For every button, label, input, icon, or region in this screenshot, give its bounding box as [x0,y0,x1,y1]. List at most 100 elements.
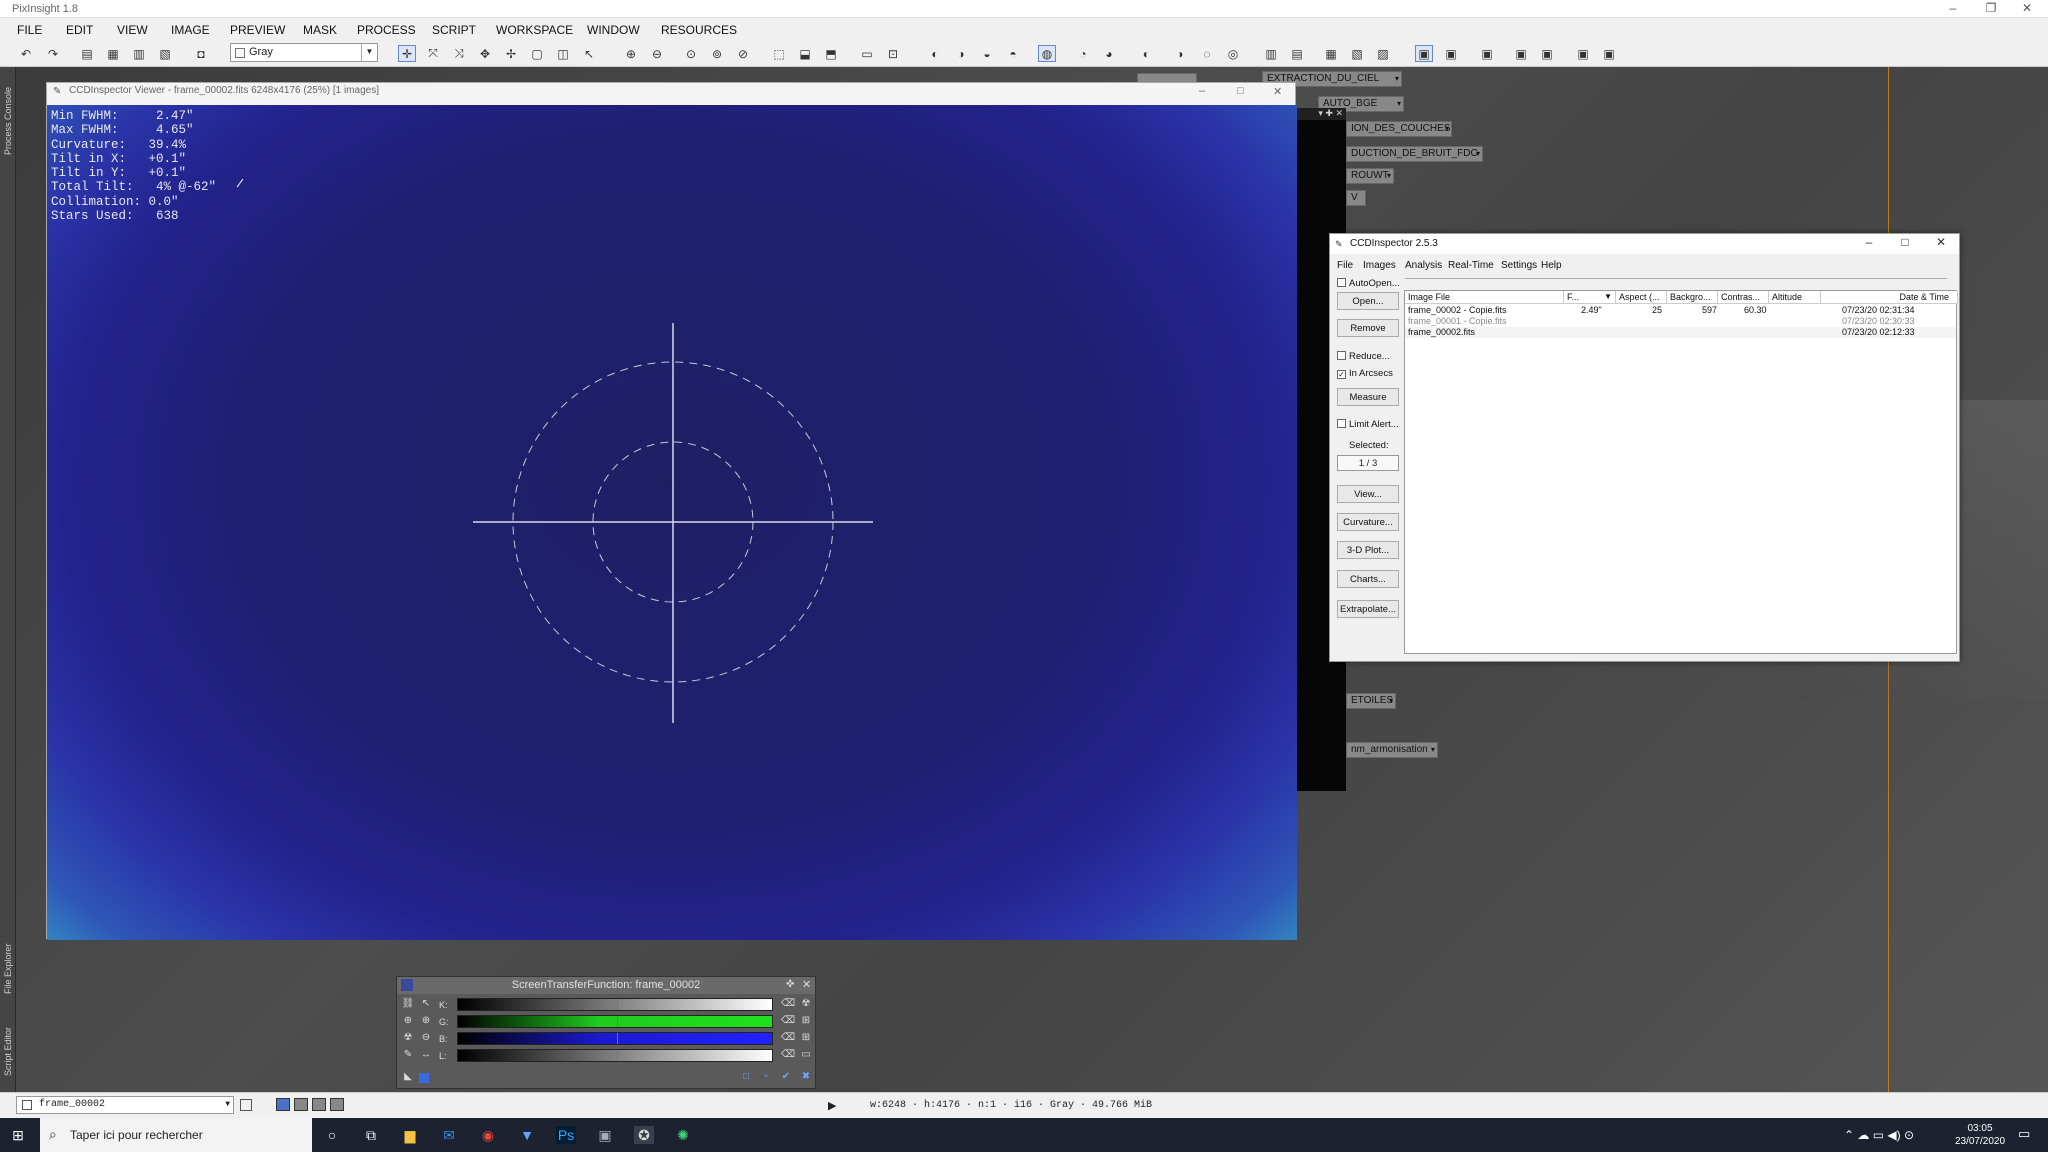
view-mode-icon[interactable] [240,1099,252,1111]
ccd-close-icon[interactable]: ✕ [1927,235,1955,253]
zoom-target-icon[interactable]: ⊕ [419,1015,433,1028]
save-icon[interactable]: ▦ [104,45,122,62]
edit-mode-icon[interactable]: ↖ [419,998,433,1011]
reset-g-icon[interactable]: ⌫ [781,1015,795,1028]
stf-icon-6[interactable]: ◎ [1224,45,1242,62]
workspace-6-icon[interactable]: ▣ [1574,45,1592,62]
horizontal-arrows-icon[interactable]: ↔ [419,1049,433,1062]
midtone-marker[interactable] [617,1050,618,1061]
wrench-icon[interactable]: ✎ [401,1049,415,1062]
viewer-close-icon[interactable]: ✕ [1273,85,1282,98]
workspace-1-icon[interactable]: ▣ [1415,45,1433,62]
panel-controls[interactable]: ▾ ✚ ✕ [1296,108,1346,120]
chrome-icon[interactable]: ◉ [478,1126,498,1144]
channel-k-slider[interactable] [457,998,773,1011]
file-explorer-tab[interactable]: File Explorer [1,929,15,1009]
clock[interactable]: 03:05 23/07/2020 [1950,1122,2010,1148]
workspace-4-icon[interactable]: ▣ [1512,45,1530,62]
ccd-minimize-icon[interactable]: – [1855,235,1883,253]
zoom-half-icon[interactable]: ⊘ [734,45,752,62]
view-select[interactable]: frame_00002 ▼ [16,1096,234,1114]
zoom-1-icon[interactable]: ⊙ [682,45,700,62]
zoom-fit-icon[interactable]: ⊚ [708,45,726,62]
menu-image[interactable]: IMAGE [171,23,210,37]
play-icon[interactable]: ▶ [828,1099,836,1112]
auto-b-icon[interactable]: ⊞ [799,1032,813,1045]
fullscreen-icon[interactable]: ⬒ [822,45,840,62]
ccd-menu-file[interactable]: File [1337,260,1353,271]
channel-g-slider[interactable] [457,1015,773,1028]
notification-icon[interactable]: ▭ [2018,1126,2030,1142]
menu-view[interactable]: VIEW [117,23,148,37]
radiation-icon[interactable]: ☢ [401,1032,415,1045]
stf-shade-icon[interactable]: ✜ [786,979,794,990]
viewer-minimize-icon[interactable]: – [1199,85,1205,97]
cancel-icon[interactable]: ✖ [799,1071,813,1084]
col-aspect[interactable]: Aspect (... [1616,291,1667,304]
color-space-select[interactable]: Gray ▼ [230,43,378,62]
layout-icon-2[interactable]: ▤ [1288,45,1306,62]
close-image-icon[interactable]: ▧ [156,45,174,62]
menu-file[interactable]: FILE [17,23,42,37]
stf-icon-3[interactable]: ◖ [1136,45,1154,62]
new-instance-icon[interactable]: ◣ [401,1071,415,1084]
pan-mode-icon[interactable]: ⤨ [450,45,468,62]
ccd-menu-settings[interactable]: Settings [1501,260,1537,271]
ccd-maximize-icon[interactable]: □ [1891,235,1919,253]
in-arcsecs-checkbox[interactable]: ✓ In Arcsecs [1337,368,1393,379]
open-button[interactable]: Open... [1337,292,1399,310]
midtone-marker[interactable] [617,1016,618,1027]
link-channels-icon[interactable]: ⛓ [401,998,415,1011]
app-icon-8[interactable]: ✺ [673,1126,693,1144]
save-as-icon[interactable]: ▥ [130,45,148,62]
reset-b-icon[interactable]: ⌫ [781,1032,795,1045]
script-icon-4[interactable]: ◓ [1004,45,1022,62]
undo-icon[interactable]: ↶ [17,45,35,62]
menu-edit[interactable]: EDIT [66,23,93,37]
auto-k-icon[interactable]: ☢ [799,998,813,1011]
reset-l-icon[interactable]: ⌫ [781,1049,795,1062]
remove-button[interactable]: Remove [1337,319,1399,337]
curvature-map-image[interactable]: Min FWHM: 2.47" Max FWHM: 4.65" Curvature:… [47,105,1297,940]
col-background[interactable]: Backgro... [1667,291,1718,304]
channel-red-icon[interactable] [294,1098,308,1111]
cortana-icon[interactable]: ○ [322,1126,342,1144]
crop-icon[interactable]: ⊡ [884,45,902,62]
stf-icon-5[interactable]: ◌ [1198,45,1216,62]
menu-preview[interactable]: PREVIEW [230,23,285,37]
menu-workspace[interactable]: WORKSPACE [496,23,573,37]
ccd-menu-help[interactable]: Help [1541,260,1562,271]
process-icon-couches[interactable]: ION_DES_COUCHES ▾ [1346,121,1452,137]
col-image-file[interactable]: Image File [1405,291,1564,304]
preview-icon[interactable]: □ [739,1071,753,1084]
channel-b-slider[interactable] [457,1032,773,1045]
workspace-2-icon[interactable]: ▣ [1442,45,1460,62]
process-icon-harmonisation[interactable]: nm_armonisation ▾ [1346,742,1438,758]
process-icon-etoiles[interactable]: ETOILES ▾ [1346,693,1396,709]
curvature-button[interactable]: Curvature... [1337,513,1399,531]
pointer-mode-icon[interactable]: ✛ [398,45,416,62]
col-fwhm[interactable]: F... ▼ [1564,291,1616,304]
autoopen-checkbox[interactable]: AutoOpen... [1337,278,1400,289]
channel-l-slider[interactable] [457,1049,773,1062]
reset-icon[interactable]: ▫ [759,1071,773,1084]
zoom-mode-icon[interactable]: ⤧ [424,45,442,62]
readout-mode-icon[interactable]: ✥ [476,45,494,62]
stf-icon-2[interactable]: ◕ [1100,45,1118,62]
menu-script[interactable]: SCRIPT [432,23,476,37]
extrapolate-button[interactable]: Extrapolate... [1337,600,1399,618]
measure-button[interactable]: Measure [1337,388,1399,406]
table-row[interactable]: frame_00001 - Copie.fits 07/23/20 02:30:… [1405,316,1956,327]
view-button[interactable]: View... [1337,485,1399,503]
script-icon-2[interactable]: ◑ [952,45,970,62]
zoom-to-fit-icon[interactable]: ⬓ [796,45,814,62]
app-shield-icon[interactable]: ▼ [517,1126,537,1144]
open-icon[interactable]: ▤ [78,45,96,62]
photoshop-icon[interactable]: Ps [556,1126,576,1144]
midtone-marker[interactable] [617,1033,618,1044]
reduce-checkbox[interactable]: Reduce... [1337,351,1390,362]
monitor-icon[interactable]: ▭ [799,1049,813,1062]
layout-icon-5[interactable]: ▨ [1374,45,1392,62]
dynamic-select-icon[interactable]: ↖ [580,45,598,62]
fit-view-icon[interactable]: ⬚ [770,45,788,62]
